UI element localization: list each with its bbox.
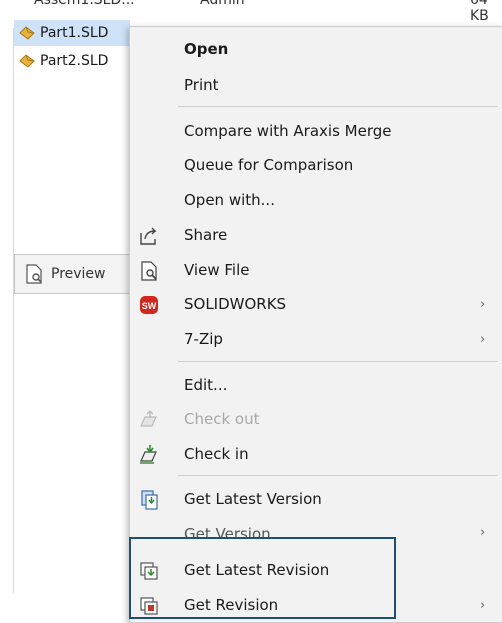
submenu-arrow-icon: › — [480, 331, 486, 347]
menu-item-label: View File — [184, 261, 250, 279]
menu-item-compare-araxis[interactable]: Compare with Araxis Merge — [130, 115, 502, 147]
file-owner: Admin — [200, 0, 245, 8]
file-name: Part1.SLD — [40, 25, 109, 41]
check-in-icon — [138, 444, 160, 466]
file-row-assem1[interactable]: Assem1.SLD... Admin 64 KB — [14, 0, 494, 24]
svg-text:SW: SW — [142, 301, 157, 311]
menu-separator — [178, 475, 498, 476]
submenu-arrow-icon: › — [480, 525, 486, 537]
menu-item-check-out[interactable]: Check out — [130, 403, 502, 435]
view-file-icon — [138, 260, 160, 282]
file-name: Assem1.SLD... — [34, 0, 135, 8]
menu-item-label: Open with... — [184, 191, 275, 209]
menu-item-print[interactable]: Print — [130, 69, 502, 101]
part-file-icon — [18, 52, 36, 70]
menu-item-share[interactable]: Share — [130, 219, 502, 251]
file-row-part2[interactable]: Part2.SLD — [14, 48, 108, 74]
submenu-arrow-icon: › — [480, 597, 486, 613]
menu-item-label: Share — [184, 226, 228, 244]
menu-item-label: Check in — [184, 445, 249, 463]
preview-icon — [25, 264, 43, 284]
menu-item-label: Compare with Araxis Merge — [184, 122, 392, 140]
menu-item-label: Edit... — [184, 376, 228, 394]
menu-item-7zip[interactable]: 7-Zip › — [130, 323, 502, 355]
get-latest-version-icon — [138, 489, 160, 511]
menu-item-get-latest-version[interactable]: Get Latest Version — [130, 483, 502, 515]
menu-separator — [178, 106, 498, 107]
solidworks-icon: SW — [138, 294, 160, 316]
share-icon — [138, 225, 160, 247]
menu-separator — [178, 361, 498, 362]
menu-item-label: Queue for Comparison — [184, 156, 354, 174]
context-menu: Open Print Compare with Araxis Merge Que… — [129, 26, 502, 623]
menu-item-get-version[interactable]: Get Version › — [130, 517, 502, 537]
file-size: 64 KB — [470, 0, 489, 24]
file-row-part1[interactable]: Part1.SLD — [14, 20, 130, 46]
menu-item-queue-comparison[interactable]: Queue for Comparison — [130, 149, 502, 181]
preview-label: Preview — [51, 266, 106, 282]
menu-item-label: 7-Zip — [184, 330, 223, 348]
menu-item-label: Check out — [184, 410, 260, 428]
menu-item-label: SOLIDWORKS — [184, 295, 287, 313]
menu-item-check-in[interactable]: Check in — [130, 438, 502, 470]
menu-item-label: Get Latest Version — [184, 490, 322, 508]
menu-item-view-file[interactable]: View File — [130, 254, 502, 286]
preview-tab[interactable]: Preview — [14, 254, 136, 294]
submenu-arrow-icon: › — [480, 296, 486, 312]
menu-item-label: Get Version — [184, 525, 271, 537]
menu-item-label: Open — [184, 40, 229, 58]
check-out-icon — [138, 409, 160, 431]
pane-divider — [13, 28, 14, 593]
file-name: Part2.SLD — [40, 53, 109, 69]
menu-item-open-with[interactable]: Open with... — [130, 184, 502, 216]
menu-item-open[interactable]: Open — [130, 33, 502, 65]
menu-item-edit[interactable]: Edit... — [130, 369, 502, 401]
revision-highlight-box — [129, 537, 396, 619]
menu-item-solidworks[interactable]: SW SOLIDWORKS › — [130, 288, 502, 320]
part-file-icon — [18, 24, 36, 42]
menu-item-label: Print — [184, 76, 219, 94]
